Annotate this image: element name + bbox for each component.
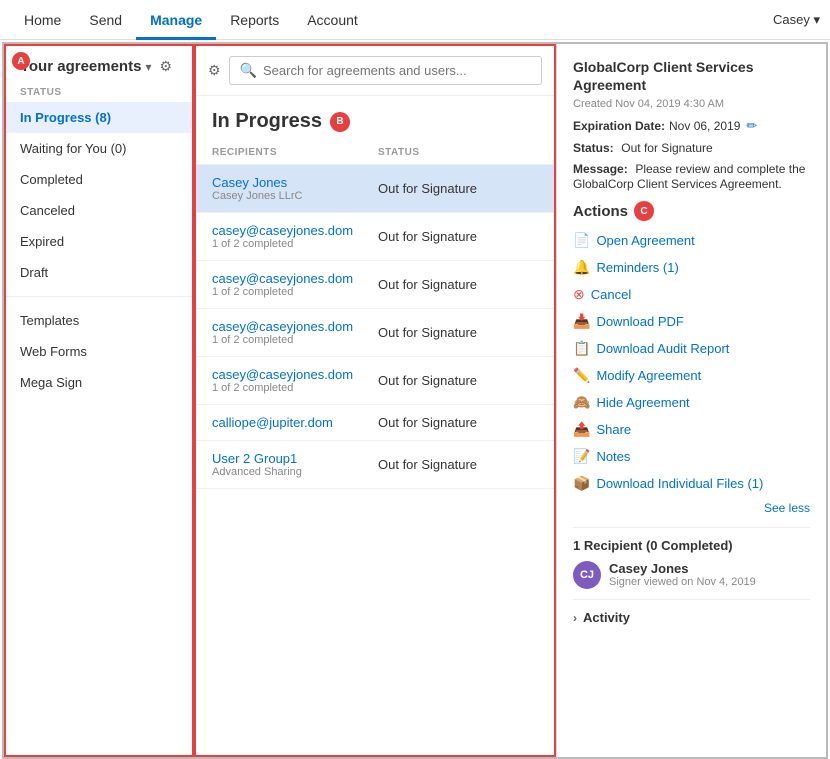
open-agreement-icon: 📄 xyxy=(573,232,590,249)
search-input[interactable] xyxy=(263,63,531,78)
row-status: Out for Signature xyxy=(378,325,538,340)
sidebar-header-title: Your agreements xyxy=(20,58,141,75)
sidebar-item-expired[interactable]: Expired xyxy=(6,226,192,257)
row-status: Out for Signature xyxy=(378,415,538,430)
filter-icon[interactable]: ⚙ xyxy=(159,58,172,75)
status-label: Status: xyxy=(573,141,614,155)
status-section-label: STATUS xyxy=(6,83,192,102)
download-files-icon: 📦 xyxy=(573,475,590,492)
row-sub: Advanced Sharing xyxy=(212,466,378,478)
badge-a: A xyxy=(12,52,30,70)
row-status: Out for Signature xyxy=(378,277,538,292)
chevron-down-icon[interactable]: ▾ xyxy=(145,60,151,74)
sidebar-item-waiting[interactable]: Waiting for You (0) xyxy=(6,133,192,164)
sidebar-item-web-forms[interactable]: Web Forms xyxy=(6,336,192,367)
sidebar-item-draft[interactable]: Draft xyxy=(6,257,192,288)
row-name: casey@caseyjones.dom xyxy=(212,271,378,286)
row-sub: 1 of 2 completed xyxy=(212,238,378,250)
recipients-header: 1 Recipient (0 Completed) xyxy=(573,538,810,553)
action-modify[interactable]: ✏️ Modify Agreement xyxy=(573,362,810,389)
nav-reports[interactable]: Reports xyxy=(216,0,293,40)
sidebar-item-mega-sign[interactable]: Mega Sign xyxy=(6,367,192,398)
action-open[interactable]: 📄 Open Agreement xyxy=(573,227,810,254)
row-sub: 1 of 2 completed xyxy=(212,334,378,346)
cancel-icon: ⊗ xyxy=(573,286,585,303)
status-value: Out for Signature xyxy=(621,141,712,155)
row-name: calliope@jupiter.dom xyxy=(212,415,378,430)
action-download-pdf[interactable]: 📥 Download PDF xyxy=(573,308,810,335)
row-name: casey@caseyjones.dom xyxy=(212,223,378,238)
list-row[interactable]: User 2 Group1 Advanced Sharing Out for S… xyxy=(196,441,554,489)
row-name: casey@caseyjones.dom xyxy=(212,319,378,334)
download-pdf-icon: 📥 xyxy=(573,313,590,330)
created-date: Created Nov 04, 2019 4:30 AM xyxy=(573,98,810,110)
recipient-sub: Signer viewed on Nov 4, 2019 xyxy=(609,576,756,588)
row-sub: 1 of 2 completed xyxy=(212,286,378,298)
sidebar-item-canceled[interactable]: Canceled xyxy=(6,195,192,226)
list-body: Casey Jones Casey Jones LLrC Out for Sig… xyxy=(196,165,554,755)
action-hide[interactable]: 🙈 Hide Agreement xyxy=(573,389,810,416)
actions-header: Actions xyxy=(573,203,628,220)
col-status-header: STATUS xyxy=(378,147,538,158)
modify-icon: ✏️ xyxy=(573,367,590,384)
nav-send[interactable]: Send xyxy=(75,0,136,40)
action-share[interactable]: 📤 Share xyxy=(573,416,810,443)
nav-manage[interactable]: Manage xyxy=(136,0,216,40)
sidebar-item-in-progress[interactable]: In Progress (8) xyxy=(6,102,192,133)
list-row[interactable]: calliope@jupiter.dom Out for Signature xyxy=(196,405,554,441)
share-icon: 📤 xyxy=(573,421,590,438)
recipient-name: Casey Jones xyxy=(609,561,756,576)
action-download-files[interactable]: 📦 Download Individual Files (1) xyxy=(573,470,810,497)
activity-row[interactable]: › Activity xyxy=(573,599,810,625)
recipients-section: 1 Recipient (0 Completed) CJ Casey Jones… xyxy=(573,527,810,589)
sidebar-item-templates[interactable]: Templates xyxy=(6,305,192,336)
chevron-right-icon: › xyxy=(573,611,577,625)
row-name: User 2 Group1 xyxy=(212,451,378,466)
row-status: Out for Signature xyxy=(378,229,538,244)
row-status: Out for Signature xyxy=(378,181,538,196)
badge-c: C xyxy=(634,201,654,221)
nav-home[interactable]: Home xyxy=(10,0,75,40)
list-title: In Progress xyxy=(212,110,322,133)
hide-icon: 🙈 xyxy=(573,394,590,411)
message-label: Message: xyxy=(573,162,628,176)
filter-icon[interactable]: ⚙ xyxy=(208,62,221,79)
row-sub: 1 of 2 completed xyxy=(212,382,378,394)
middle-panel: ⚙ 🔍 In Progress B RECIPIENTS STATUS Case… xyxy=(194,44,556,757)
user-menu[interactable]: Casey ▾ xyxy=(773,12,820,28)
list-row[interactable]: Casey Jones Casey Jones LLrC Out for Sig… xyxy=(196,165,554,213)
row-name: casey@caseyjones.dom xyxy=(212,367,378,382)
expiration-label: Expiration Date: xyxy=(573,119,665,133)
agreement-title: GlobalCorp Client Services Agreement xyxy=(573,58,810,94)
action-notes[interactable]: 📝 Notes xyxy=(573,443,810,470)
right-panel: GlobalCorp Client Services Agreement Cre… xyxy=(556,44,826,757)
list-row[interactable]: casey@caseyjones.dom 1 of 2 completed Ou… xyxy=(196,357,554,405)
list-row[interactable]: casey@caseyjones.dom 1 of 2 completed Ou… xyxy=(196,261,554,309)
nav-account[interactable]: Account xyxy=(293,0,372,40)
search-icon: 🔍 xyxy=(240,62,257,79)
row-sub: Casey Jones LLrC xyxy=(212,190,378,202)
sidebar: Your agreements ▾ ⚙ A STATUS In Progress… xyxy=(4,44,194,757)
edit-icon[interactable]: ✏ xyxy=(746,118,757,134)
badge-b: B xyxy=(330,112,350,132)
row-status: Out for Signature xyxy=(378,457,538,472)
action-reminders[interactable]: 🔔 Reminders (1) xyxy=(573,254,810,281)
recipient-avatar: CJ xyxy=(573,561,601,589)
notes-icon: 📝 xyxy=(573,448,590,465)
download-audit-icon: 📋 xyxy=(573,340,590,357)
action-download-audit[interactable]: 📋 Download Audit Report xyxy=(573,335,810,362)
action-cancel[interactable]: ⊗ Cancel xyxy=(573,281,810,308)
sidebar-item-completed[interactable]: Completed xyxy=(6,164,192,195)
activity-label: Activity xyxy=(583,610,630,625)
row-status: Out for Signature xyxy=(378,373,538,388)
row-name: Casey Jones xyxy=(212,175,378,190)
expiration-value: Nov 06, 2019 xyxy=(669,119,740,133)
list-row[interactable]: casey@caseyjones.dom 1 of 2 completed Ou… xyxy=(196,213,554,261)
reminders-icon: 🔔 xyxy=(573,259,590,276)
see-less-link[interactable]: See less xyxy=(573,501,810,515)
col-recipients-header: RECIPIENTS xyxy=(212,147,378,158)
list-row[interactable]: casey@caseyjones.dom 1 of 2 completed Ou… xyxy=(196,309,554,357)
